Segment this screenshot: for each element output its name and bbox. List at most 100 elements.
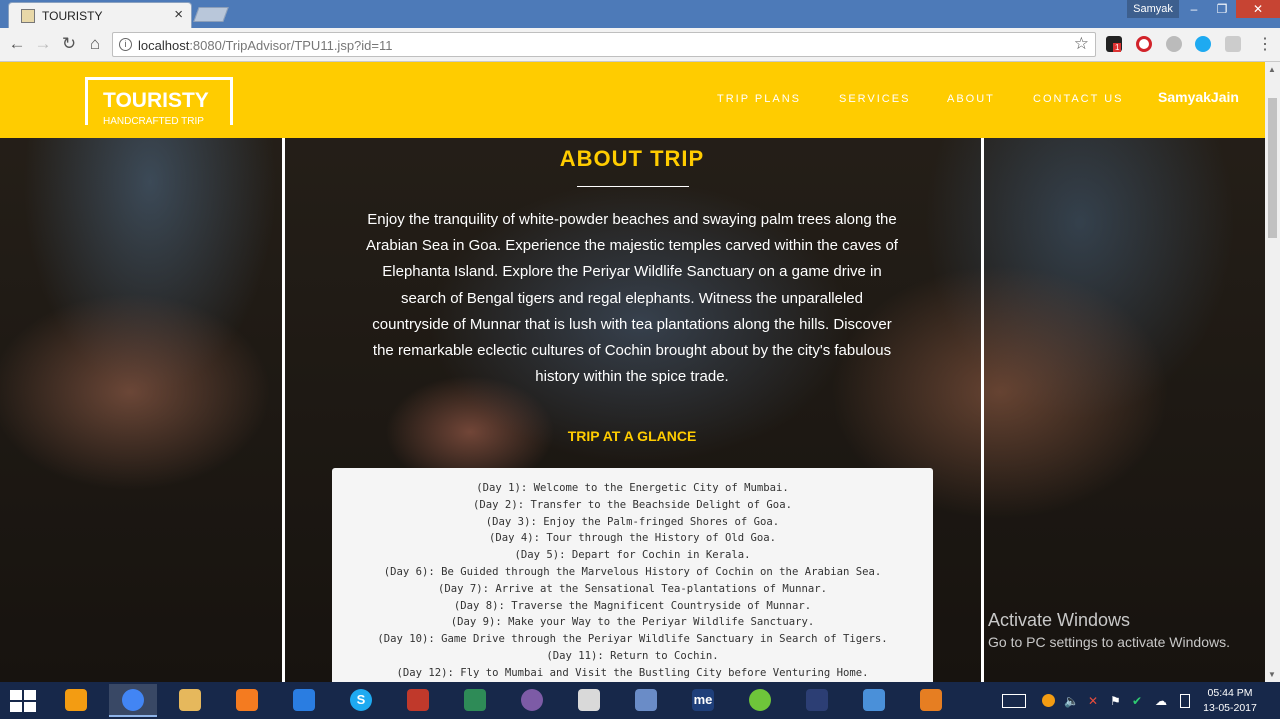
itinerary-day: (Day 6): Be Guided through the Marvelous… [383, 565, 882, 578]
battery-icon[interactable] [1180, 694, 1190, 708]
itinerary-day: (Day 12): Fly to Mumbai and Visit the Bu… [396, 666, 869, 679]
explorer-icon [65, 689, 87, 711]
wifi-icon[interactable]: ☁ [1155, 694, 1167, 708]
watermark-subtitle: Go to PC settings to activate Windows. [988, 634, 1230, 650]
screen-recorder-icon [407, 689, 429, 711]
taskbar-app-screen-recorder[interactable] [394, 684, 442, 717]
address-bar[interactable]: i localhost:8080/TripAdvisor/TPU11.jsp?i… [112, 32, 1096, 57]
description-line: Elephanta Island. Explore the Periyar Wi… [382, 263, 882, 281]
tab-title: TOURISTY [42, 9, 103, 23]
skype-icon: S [350, 689, 372, 711]
taskbar-app-explorer[interactable] [52, 684, 100, 717]
new-tab-button[interactable] [193, 7, 229, 22]
taskbar-app-me[interactable]: me [679, 684, 727, 717]
utorrent-icon [749, 689, 771, 711]
description-line: Arabian Sea in Goa. Experience the majes… [366, 237, 898, 255]
description-line: the remarkable eclectic cultures of Coch… [372, 342, 892, 360]
page-favicon-icon [21, 9, 35, 23]
description-line: history within the spice trade. [535, 368, 729, 386]
scroll-up-icon[interactable]: ▲ [1268, 65, 1276, 74]
restore-button[interactable]: ❐ [1208, 0, 1236, 18]
browser-menu-icon[interactable]: ⋮ [1257, 34, 1273, 54]
nav-about[interactable]: ABOUT [947, 93, 995, 105]
extension-notifier-icon[interactable]: 1 [1106, 36, 1122, 52]
taskbar-app-chrome[interactable] [109, 684, 157, 717]
url-host: localhost [138, 38, 190, 53]
taskbar-app-vlc[interactable] [223, 684, 271, 717]
network-error-icon[interactable]: ✕ [1088, 694, 1098, 708]
keyboard-icon[interactable] [1002, 694, 1026, 708]
network-icon [464, 689, 486, 711]
image-extension-icon[interactable] [1225, 36, 1241, 52]
action-center-flag-icon[interactable]: ⚑ [1110, 694, 1121, 708]
volume-icon[interactable]: 🔈 [1064, 694, 1079, 708]
content-right-border [981, 138, 984, 682]
profile-button[interactable]: Samyak [1127, 0, 1179, 18]
skype-extension-icon[interactable] [1195, 36, 1211, 52]
taskbar-app-eclipse[interactable] [793, 684, 841, 717]
notification-count-badge: 1 [1113, 43, 1122, 52]
safely-remove-icon[interactable]: ✔ [1132, 694, 1142, 708]
taskbar-app-eclipse-launcher[interactable] [622, 684, 670, 717]
user-menu[interactable]: SamyakJain [1158, 89, 1239, 105]
taskbar-app-utorrent[interactable] [736, 684, 784, 717]
home-icon[interactable]: ⌂ [84, 33, 106, 55]
itinerary-day: (Day 3): Enjoy the Palm-fringed Shores o… [485, 515, 780, 528]
browser-tab[interactable]: TOURISTY × [8, 2, 192, 28]
nav-services[interactable]: SERVICES [839, 93, 910, 105]
reload-icon[interactable]: ↻ [58, 33, 80, 55]
eclipse-launcher-icon [635, 689, 657, 711]
photo-viewer-icon [863, 689, 885, 711]
heading-divider [577, 186, 689, 187]
taskbar-app-photo-viewer[interactable] [850, 684, 898, 717]
chrome-icon [122, 689, 144, 711]
logo[interactable]: TOURISTY HANDCRAFTED TRIP [85, 77, 233, 127]
notepad-icon [578, 689, 600, 711]
bookmark-star-icon[interactable]: ☆ [1074, 34, 1089, 54]
itinerary-day: (Day 9): Make your Way to the Periyar Wi… [450, 616, 815, 629]
close-window-button[interactable]: ✕ [1236, 0, 1280, 18]
minimize-button[interactable]: – [1180, 0, 1208, 18]
back-arrow-icon[interactable]: ← [6, 33, 28, 55]
page-viewport: TOURISTY HANDCRAFTED TRIP TRIP PLANS SER… [0, 62, 1265, 682]
nav-contact-us[interactable]: CONTACT US [1033, 93, 1124, 105]
taskbar-app-network[interactable] [451, 684, 499, 717]
taskbar-app-file-manager[interactable] [166, 684, 214, 717]
url-text[interactable]: localhost:8080/TripAdvisor/TPU11.jsp?id=… [138, 38, 392, 53]
site-info-icon[interactable]: i [119, 38, 132, 51]
start-button[interactable] [10, 690, 36, 712]
windows-taskbar: Sme 🔈 ✕ ⚑ ✔ ☁ 05:44 PM 13-05-2017 [0, 682, 1280, 719]
system-clock[interactable]: 05:44 PM 13-05-2017 [1203, 686, 1257, 716]
description-line: countryside of Munnar that is lush with … [372, 315, 892, 333]
description-line: Enjoy the tranquility of white-powder be… [367, 211, 897, 228]
taskbar-app-tor[interactable] [508, 684, 556, 717]
scroll-thumb[interactable] [1268, 98, 1277, 238]
opera-extension-icon[interactable] [1136, 36, 1152, 52]
java-icon [920, 689, 942, 711]
taskbar-app-media-player[interactable] [280, 684, 328, 717]
nav-trip-plans[interactable]: TRIP PLANS [717, 93, 801, 105]
tor-icon [521, 689, 543, 711]
forward-arrow-icon[interactable]: → [32, 33, 54, 55]
itinerary-day: (Day 11): Return to Cochin. [546, 649, 719, 662]
clock-time: 05:44 PM [1207, 687, 1253, 699]
page-scrollbar[interactable]: ▲ ▼ [1265, 62, 1280, 682]
itinerary-day: (Day 8): Traverse the Magnificent Countr… [453, 599, 812, 612]
taskbar-app-notepad[interactable] [565, 684, 613, 717]
logo-subtitle: HANDCRAFTED TRIP [103, 116, 204, 127]
browser-toolbar: ← → ↻ ⌂ i localhost:8080/TripAdvisor/TPU… [0, 28, 1280, 62]
tab-close-icon[interactable]: × [174, 6, 183, 23]
taskbar-app-java[interactable] [907, 684, 955, 717]
activate-windows-watermark: Activate Windows Go to PC settings to ac… [988, 610, 1230, 650]
vlc-icon [236, 689, 258, 711]
itinerary-day: (Day 1): Welcome to the Energetic City o… [476, 482, 789, 494]
itinerary-box: (Day 1): Welcome to the Energetic City o… [332, 468, 933, 682]
itinerary-day: (Day 2): Transfer to the Beachside Delig… [473, 498, 792, 511]
taskbar-app-skype[interactable]: S [337, 684, 385, 717]
scroll-down-icon[interactable]: ▼ [1268, 670, 1276, 679]
watermark-title: Activate Windows [988, 610, 1131, 630]
about-trip-heading: ABOUT TRIP [559, 146, 705, 171]
clock-date: 13-05-2017 [1203, 702, 1257, 714]
avast-icon[interactable] [1042, 694, 1055, 707]
extension-icon[interactable] [1166, 36, 1182, 52]
